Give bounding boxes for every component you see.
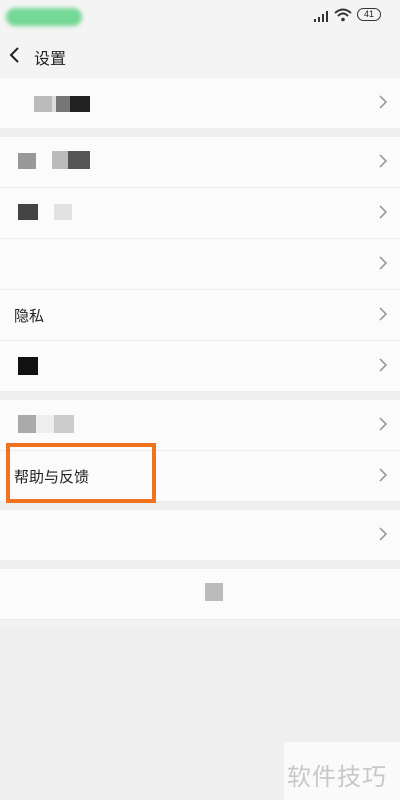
settings-item-7[interactable] [0, 400, 400, 451]
settings-item-3[interactable] [0, 188, 400, 239]
redacted-label [52, 151, 90, 169]
settings-item-9[interactable] [0, 510, 400, 561]
chevron-right-icon [379, 468, 388, 482]
chevron-right-icon [379, 154, 388, 168]
settings-item-6[interactable] [0, 341, 400, 392]
settings-item-2[interactable] [0, 137, 400, 188]
chevron-right-icon [379, 417, 388, 431]
carrier-redacted [6, 8, 82, 26]
settings-item-10[interactable] [0, 569, 400, 620]
chevron-right-icon [379, 95, 388, 109]
section-divider [0, 129, 400, 137]
privacy-label: 隐私 [14, 307, 45, 325]
settings-item-privacy[interactable]: 隐私 [0, 290, 400, 341]
settings-item-1[interactable] [0, 78, 400, 129]
wifi-icon [334, 8, 352, 22]
redacted-label [205, 583, 223, 601]
status-bar: 41 [0, 0, 400, 34]
help-feedback-label: 帮助与反馈 [14, 468, 90, 486]
battery-icon: 41 [357, 8, 381, 21]
chevron-right-icon [379, 527, 388, 541]
chevron-right-icon [379, 307, 388, 321]
settings-list: 隐私 帮助与反馈 [0, 78, 400, 620]
redacted-label [18, 415, 74, 433]
watermark-text: 软件技巧 [287, 763, 387, 791]
redacted-label [34, 96, 90, 112]
back-arrow-icon[interactable] [6, 44, 24, 66]
redacted-label [18, 357, 38, 375]
top-bar: 设置 [0, 34, 400, 78]
battery-level: 41 [363, 9, 374, 19]
chevron-right-icon [379, 256, 388, 270]
section-divider [0, 392, 400, 400]
redacted-label [18, 204, 38, 220]
chevron-right-icon [379, 205, 388, 219]
settings-item-help-feedback[interactable]: 帮助与反馈 [0, 451, 400, 502]
chevron-right-icon [379, 358, 388, 372]
section-divider [0, 561, 400, 569]
redacted-label [54, 204, 72, 220]
redacted-label [18, 153, 36, 169]
signal-icon [314, 11, 330, 22]
section-divider [0, 502, 400, 510]
page-title: 设置 [34, 49, 67, 68]
settings-item-4[interactable] [0, 239, 400, 290]
